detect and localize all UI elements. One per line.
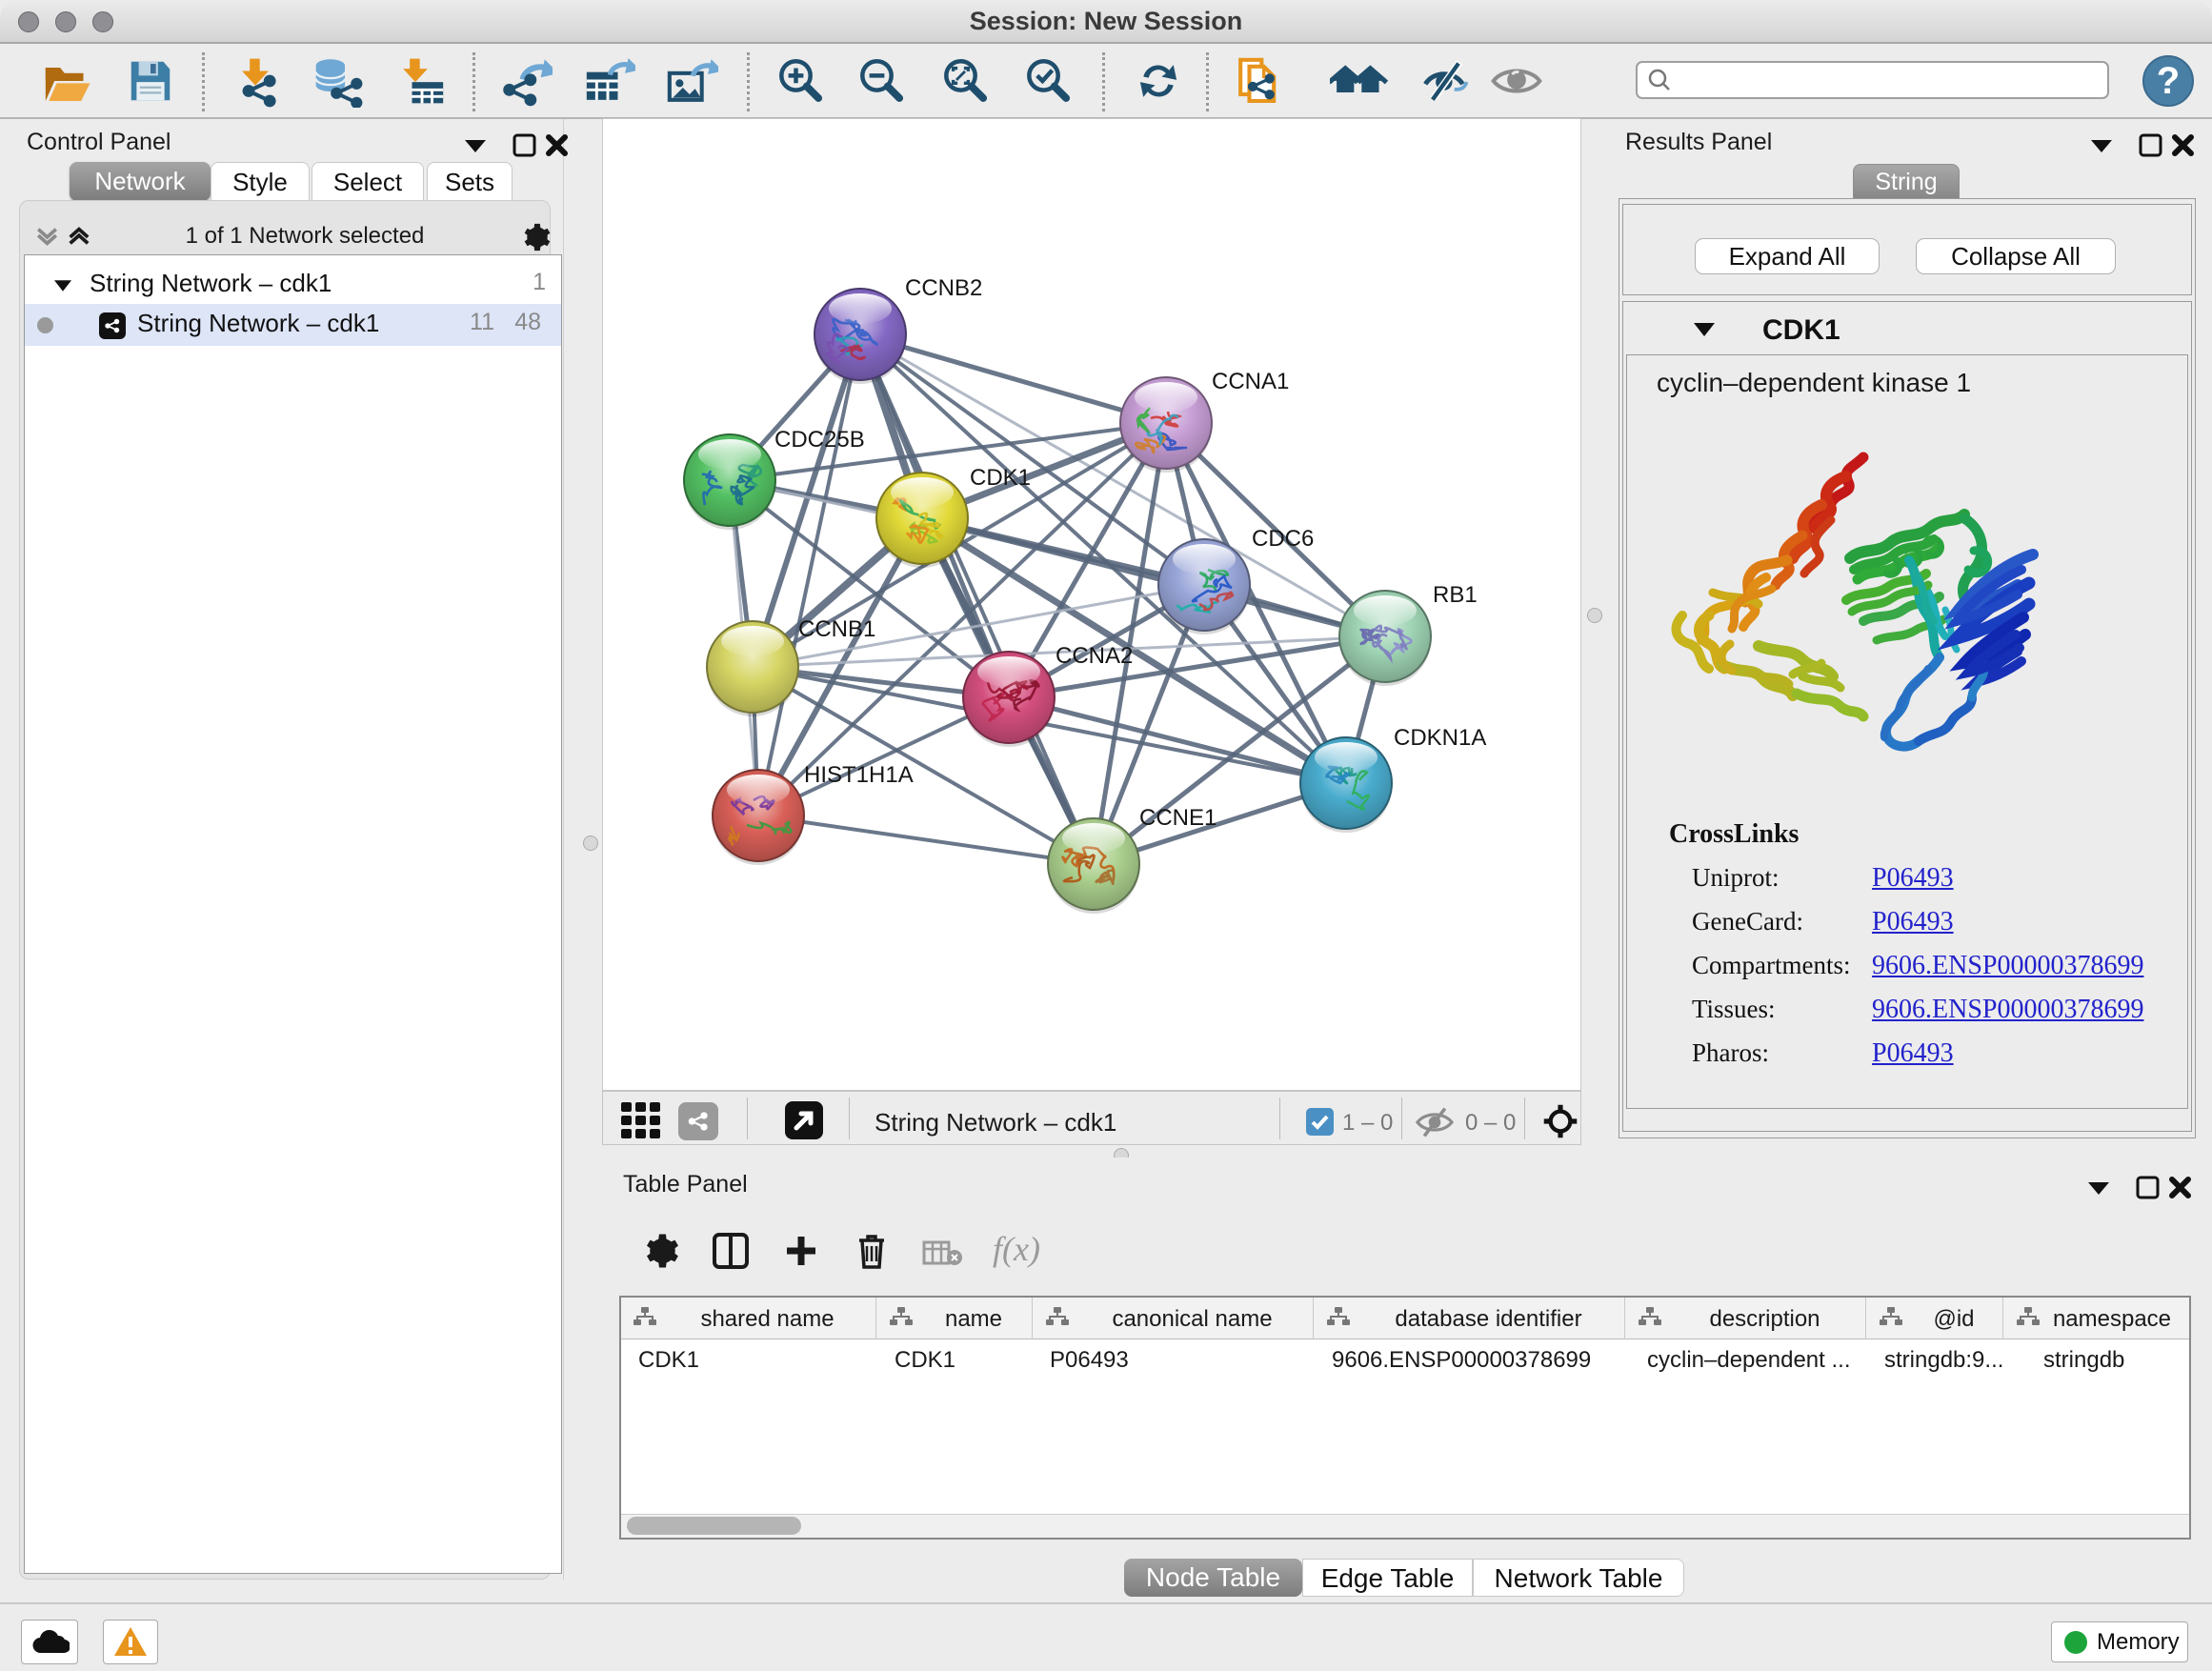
svg-text:CCNA1: CCNA1: [1212, 369, 1289, 394]
svg-text:CCNB2: CCNB2: [905, 275, 982, 301]
svg-text:CCNE1: CCNE1: [1139, 805, 1217, 831]
svg-text:HIST1H1A: HIST1H1A: [804, 762, 914, 788]
svg-text:CDC6: CDC6: [1252, 526, 1314, 552]
svg-text:CCNB1: CCNB1: [798, 616, 875, 642]
svg-text:RB1: RB1: [1433, 582, 1478, 608]
svg-text:CDK1: CDK1: [970, 465, 1031, 491]
svg-text:CCNA2: CCNA2: [1056, 643, 1133, 669]
svg-text:CDC25B: CDC25B: [774, 427, 865, 453]
svg-text:CDKN1A: CDKN1A: [1394, 725, 1486, 751]
